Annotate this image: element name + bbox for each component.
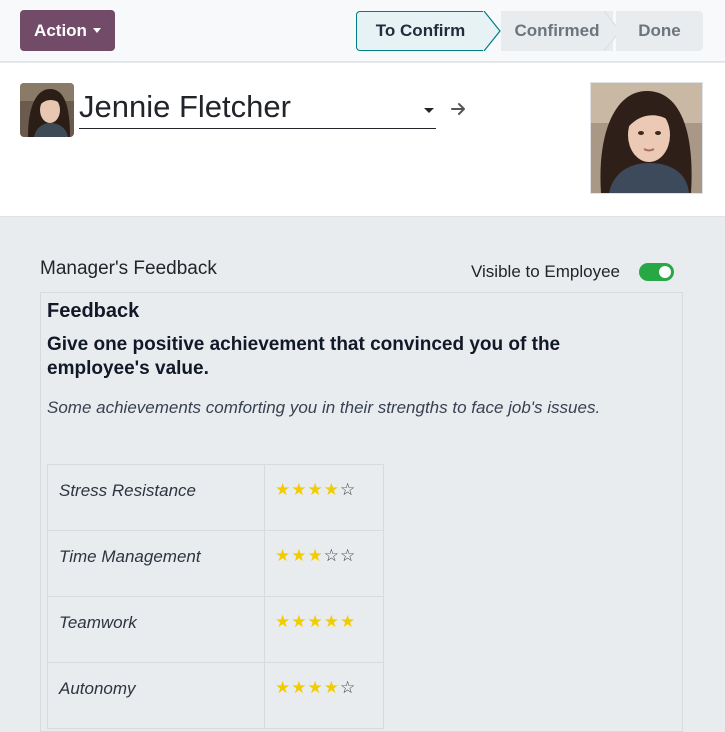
rating-row: Autonomy ★ ★ ★ ★ ☆ — [47, 662, 384, 729]
rating-row: Stress Resistance ★ ★ ★ ★ ☆ — [47, 464, 384, 531]
star-filled-icon[interactable]: ★ — [275, 679, 290, 696]
rating-row: Time Management ★ ★ ★ ☆ ☆ — [47, 530, 384, 597]
star-filled-icon[interactable]: ★ — [291, 613, 306, 630]
toggle-knob — [659, 266, 671, 278]
rating-stars-cell: ★ ★ ★ ★ ☆ — [264, 662, 384, 729]
rating-row: Teamwork ★ ★ ★ ★ ★ — [47, 596, 384, 663]
star-filled-icon[interactable]: ★ — [340, 613, 355, 630]
star-outline-icon[interactable]: ☆ — [340, 547, 355, 564]
stage-arrow-shape — [483, 11, 501, 51]
status-stage-label: Done — [638, 21, 681, 40]
rating-criterion-cell: Time Management — [47, 530, 265, 597]
employee-photo[interactable] — [590, 82, 703, 194]
rating-criterion: Time Management — [59, 547, 201, 566]
caret-down-icon — [92, 28, 101, 33]
action-button-label: Action — [34, 20, 87, 40]
status-stage-label: To Confirm — [375, 21, 466, 40]
arrow-right-icon[interactable] — [450, 100, 468, 118]
rating-table: Stress Resistance ★ ★ ★ ★ ☆ Time Management ★ ★ ★… — [47, 464, 384, 729]
feedback-hint: Some achievements comforting you in thei… — [47, 398, 601, 417]
star-outline-icon[interactable]: ☆ — [324, 547, 339, 564]
star-filled-icon[interactable]: ★ — [275, 613, 290, 630]
star-filled-icon[interactable]: ★ — [291, 679, 306, 696]
status-bar: To Confirm Confirmed Done — [356, 11, 703, 51]
star-filled-icon[interactable]: ★ — [324, 613, 339, 630]
star-filled-icon[interactable]: ★ — [308, 547, 323, 564]
star-filled-icon[interactable]: ★ — [308, 679, 323, 696]
star-filled-icon[interactable]: ★ — [308, 613, 323, 630]
visible-to-employee-toggle[interactable] — [639, 263, 674, 281]
star-filled-icon[interactable]: ★ — [324, 481, 339, 498]
star-rating[interactable]: ★ ★ ★ ☆ ☆ — [265, 531, 383, 564]
rating-criterion-cell: Autonomy — [47, 662, 265, 729]
control-panel: Action To Confirm Confirmed Done — [0, 0, 725, 62]
rating-stars-cell: ★ ★ ★ ★ ☆ — [264, 464, 384, 531]
star-filled-icon[interactable]: ★ — [275, 481, 290, 498]
visible-to-employee-label: Visible to Employee — [471, 262, 620, 281]
star-filled-icon[interactable]: ★ — [324, 679, 339, 696]
status-stage-confirmed[interactable]: Confirmed — [501, 11, 613, 51]
feedback-heading: Feedback — [47, 300, 140, 322]
employee-name: Jennie Fletcher — [79, 89, 291, 124]
caret-down-icon[interactable] — [424, 108, 434, 113]
section-title: Manager's Feedback — [40, 258, 217, 279]
star-filled-icon[interactable]: ★ — [291, 481, 306, 498]
employee-name-field[interactable]: Jennie Fletcher — [79, 85, 436, 129]
rating-criterion-cell: Teamwork — [47, 596, 265, 663]
star-filled-icon[interactable]: ★ — [291, 547, 306, 564]
star-outline-icon[interactable]: ☆ — [340, 481, 355, 498]
status-stage-label: Confirmed — [514, 21, 600, 40]
rating-stars-cell: ★ ★ ★ ★ ★ — [264, 596, 384, 663]
feedback-panel: Feedback Give one positive achievement t… — [40, 292, 683, 732]
star-rating[interactable]: ★ ★ ★ ★ ★ — [265, 597, 383, 630]
star-filled-icon[interactable]: ★ — [275, 547, 290, 564]
action-button[interactable]: Action — [20, 10, 115, 51]
employee-header: Jennie Fletcher — [0, 63, 725, 217]
rating-stars-cell: ★ ★ ★ ☆ ☆ — [264, 530, 384, 597]
feedback-question: Give one positive achievement that convi… — [47, 334, 561, 379]
star-outline-icon[interactable]: ☆ — [340, 679, 355, 696]
employee-avatar-small — [20, 83, 74, 137]
star-rating[interactable]: ★ ★ ★ ★ ☆ — [265, 465, 383, 498]
star-rating[interactable]: ★ ★ ★ ★ ☆ — [265, 663, 383, 696]
star-filled-icon[interactable]: ★ — [308, 481, 323, 498]
rating-criterion: Stress Resistance — [59, 481, 196, 500]
rating-criterion: Autonomy — [59, 679, 136, 698]
rating-criterion: Teamwork — [59, 613, 137, 632]
status-stage-to-confirm[interactable]: To Confirm — [356, 11, 484, 51]
rating-criterion-cell: Stress Resistance — [47, 464, 265, 531]
status-stage-done[interactable]: Done — [616, 11, 703, 51]
